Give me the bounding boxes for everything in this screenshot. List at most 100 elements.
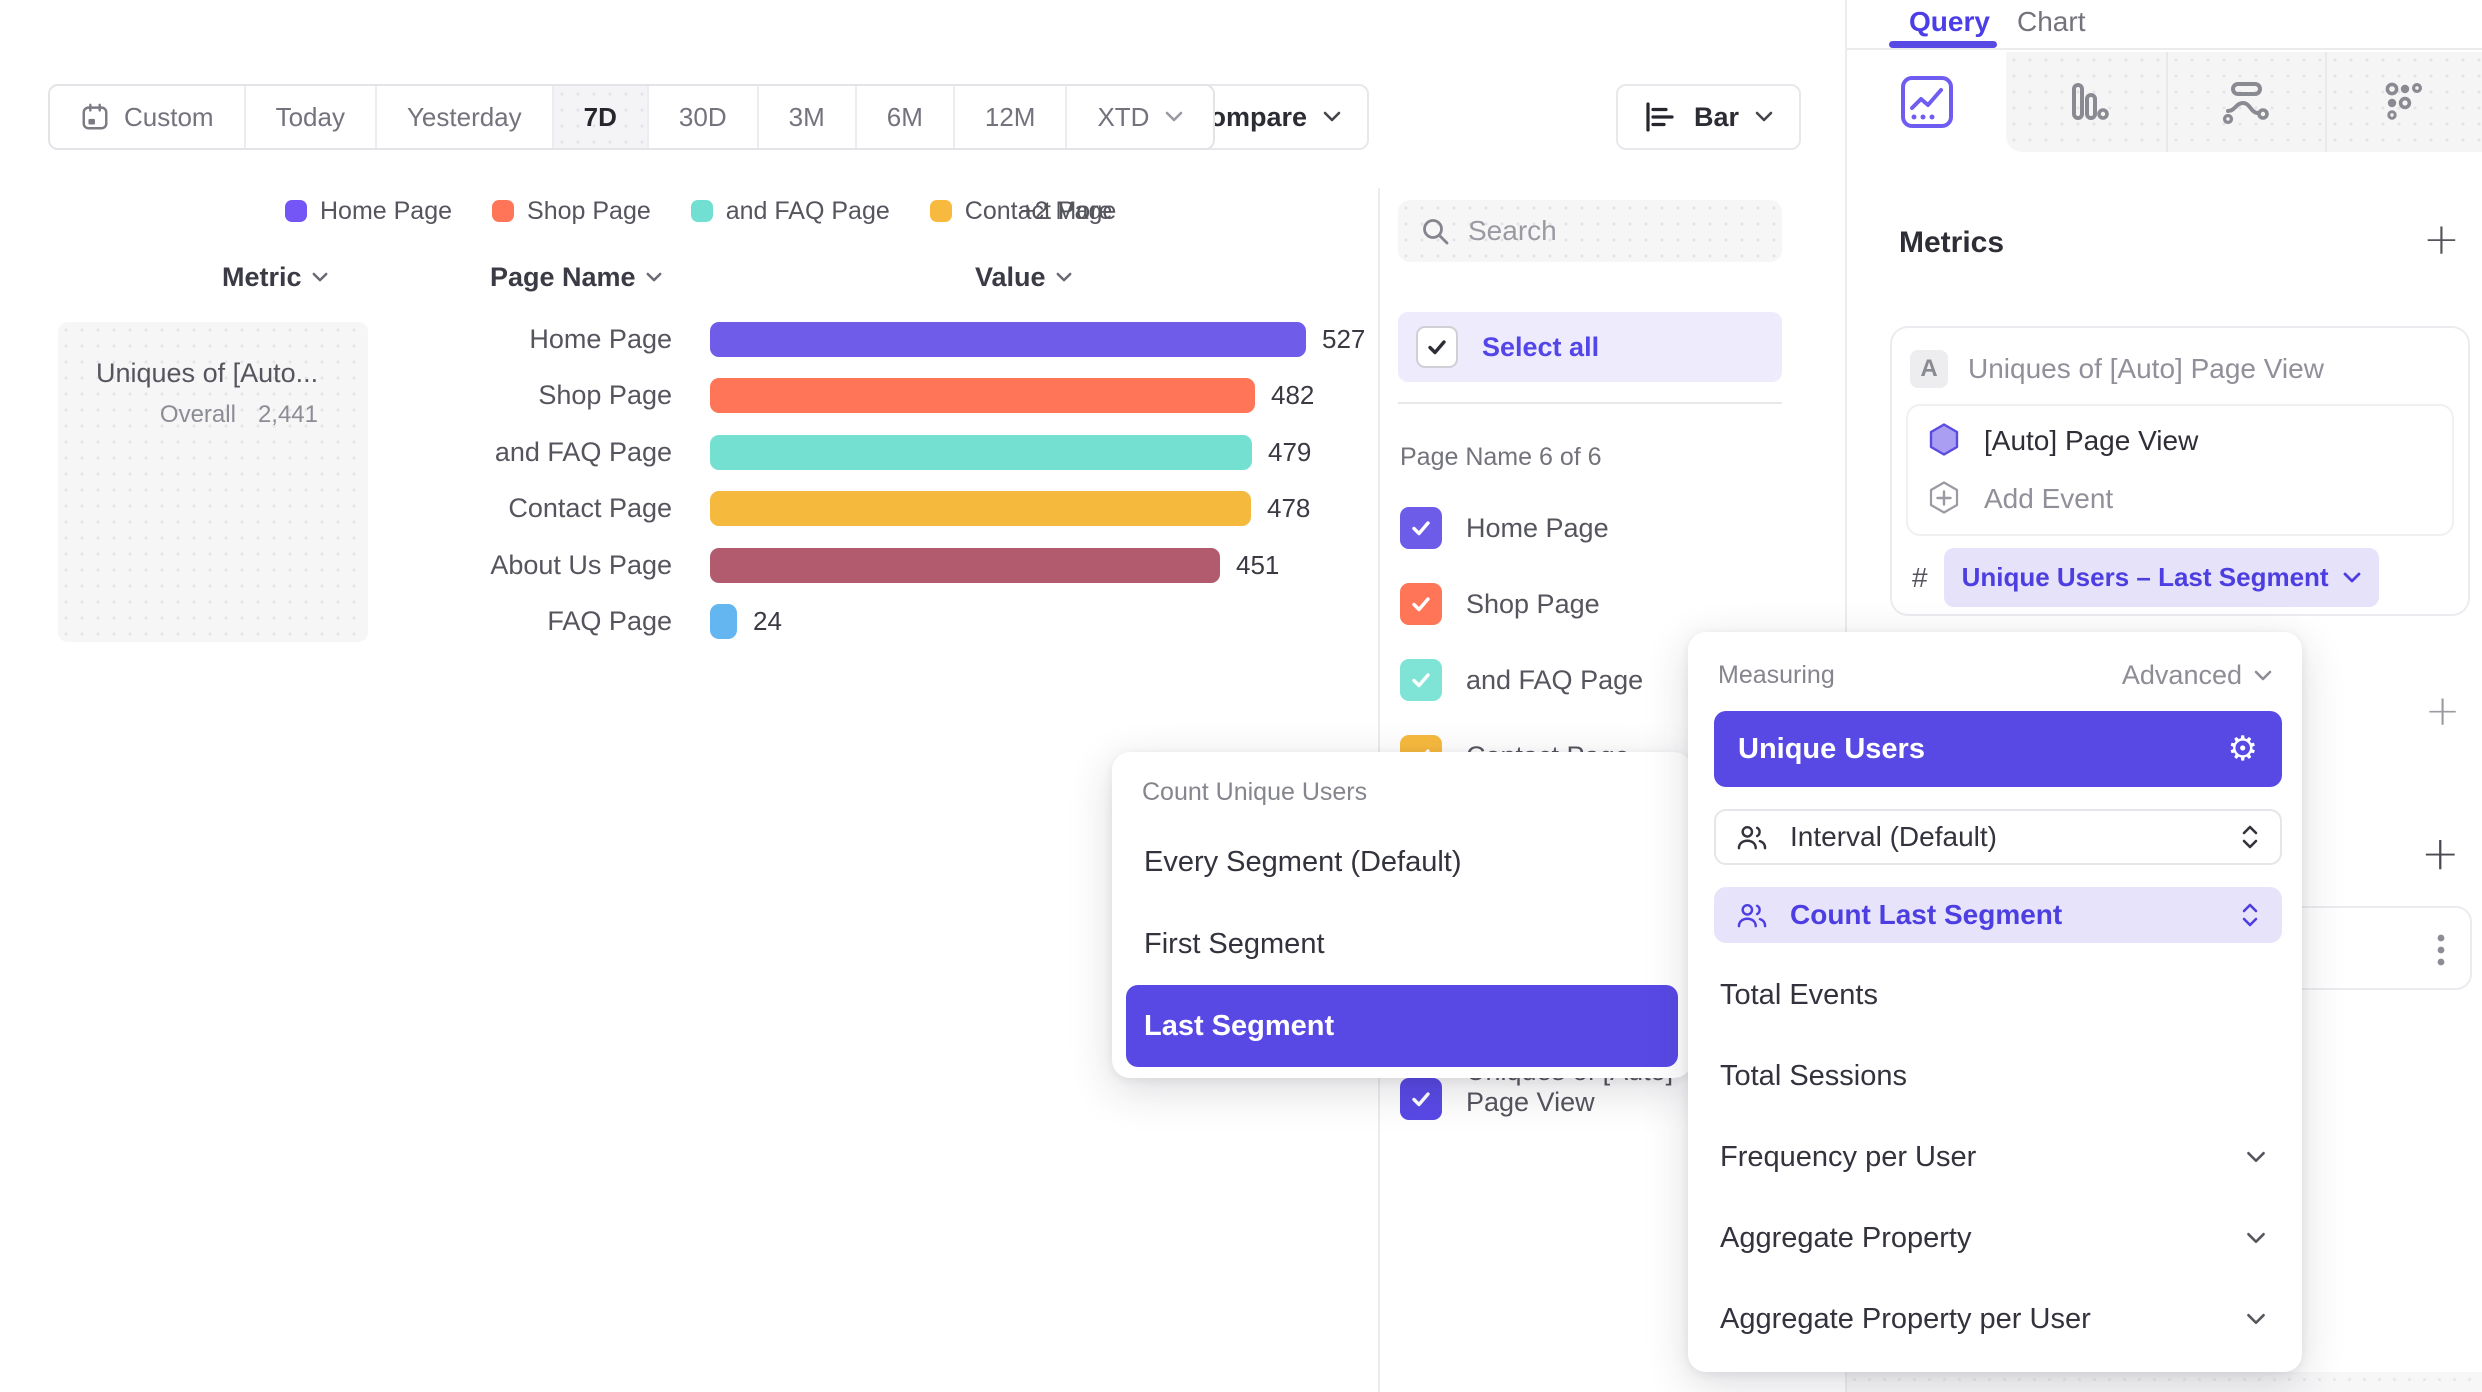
date-range-button[interactable]: Custom (50, 86, 246, 148)
legend-item[interactable]: and FAQ Page (691, 197, 890, 226)
search-box[interactable] (1398, 200, 1782, 262)
checkbox-checked-icon[interactable] (1400, 583, 1442, 625)
select-all-row[interactable]: Select all (1398, 312, 1782, 382)
segment-option[interactable]: First Segment (1126, 903, 1678, 985)
selected-measure-label: Unique Users (1738, 733, 1925, 766)
measuring-header: Measuring Advanced (1688, 632, 2302, 691)
advanced-label: Advanced (2122, 660, 2242, 691)
add-event-row[interactable]: Add Event (1908, 470, 2452, 528)
bar-chart-row: Contact Page 478 (0, 481, 1365, 538)
legend-swatch (285, 200, 307, 222)
segment-label: Home Page (1466, 513, 1609, 544)
bar[interactable] (710, 435, 1252, 470)
column-header-page-name[interactable]: Page Name (490, 262, 662, 293)
bar[interactable] (710, 378, 1255, 413)
measuring-control-row[interactable]: Count Last Segment (1714, 887, 2282, 943)
bar-category-label: Contact Page (0, 493, 672, 524)
tab-flows[interactable] (2166, 52, 2325, 152)
measuring-option[interactable]: Frequency per User (1688, 1117, 2302, 1198)
tab-chart[interactable]: Chart (2017, 6, 2085, 38)
measuring-option-label: Aggregate Property (1720, 1222, 1971, 1255)
bar[interactable] (710, 322, 1306, 357)
checkbox-checked-icon[interactable] (1400, 507, 1442, 549)
date-range-button[interactable]: Today (246, 86, 377, 148)
segment-checkbox-row[interactable]: and FAQ Page (1400, 659, 1643, 701)
measuring-option[interactable]: Aggregate Property (1688, 1198, 2302, 1279)
checkbox-checked-icon[interactable] (1400, 1078, 1442, 1120)
chart-legend: Home Page Shop Page and FAQ Page Contact… (285, 196, 1116, 226)
legend-item[interactable]: Shop Page (492, 197, 651, 226)
filter-group-label: Page Name 6 of 6 (1400, 443, 1602, 472)
tab-funnels[interactable] (2006, 52, 2165, 152)
event-label: [Auto] Page View (1984, 425, 2198, 457)
hexagon-plus-icon (1926, 480, 1962, 518)
add-breakdown-plus-icon[interactable]: + (2421, 830, 2460, 876)
legend-item[interactable]: Home Page (285, 197, 452, 226)
measuring-option-label: Total Sessions (1720, 1060, 1907, 1093)
date-range-toolbar: Custom Today (48, 84, 1215, 150)
date-range-button[interactable]: Yesterday (377, 86, 554, 148)
date-range-button[interactable]: 12M (955, 86, 1068, 148)
date-range-label: Custom (124, 102, 214, 133)
select-all-checkbox[interactable] (1416, 326, 1458, 368)
legend-more[interactable]: +2 More (1020, 196, 1112, 226)
bar-chart-row: About Us Page 451 (0, 537, 1365, 594)
gear-icon[interactable]: ⚙ (2228, 729, 2258, 769)
bar[interactable] (710, 548, 1220, 583)
date-range-button[interactable]: 3M (759, 86, 857, 148)
measuring-option-list: Total Events Total Sessions Frequency pe… (1688, 955, 2302, 1360)
kebab-menu-icon[interactable] (2436, 933, 2446, 967)
event-row[interactable]: [Auto] Page View (1908, 412, 2452, 470)
chart-type-label: Bar (1694, 102, 1739, 133)
date-range-button[interactable]: 7D (554, 86, 649, 148)
chart-type-select[interactable]: Bar (1616, 84, 1801, 150)
add-filter-plus-icon[interactable]: + (2425, 690, 2460, 732)
chevron-down-icon (1323, 111, 1341, 123)
segment-option[interactable]: Every Segment (Default) (1126, 821, 1678, 903)
bar-category-label: and FAQ Page (0, 437, 672, 468)
advanced-dropdown[interactable]: Advanced (2122, 660, 2272, 691)
date-range-label: 30D (679, 102, 727, 133)
date-range-label: Today (276, 102, 345, 133)
date-range-label: XTD (1097, 102, 1149, 133)
hash-prefix: # (1912, 562, 1928, 594)
tab-insights[interactable] (1847, 52, 2006, 152)
segment-checkbox-row[interactable]: Home Page (1400, 507, 1643, 549)
retention-dots-icon (2377, 74, 2433, 130)
tab-query[interactable]: Query (1909, 6, 1990, 38)
checkbox-checked-icon[interactable] (1400, 659, 1442, 701)
bar-value-label: 478 (1267, 493, 1310, 524)
date-range-label: Yesterday (407, 102, 522, 133)
segment-option[interactable]: Last Segment (1126, 985, 1678, 1067)
measuring-option[interactable]: Total Events (1688, 955, 2302, 1036)
bar-category-label: About Us Page (0, 550, 672, 581)
chevron-down-icon (1755, 111, 1773, 123)
segment-checkbox-row[interactable]: Shop Page (1400, 583, 1643, 625)
filter-divider (1398, 402, 1782, 404)
column-header-value[interactable]: Value (975, 262, 1072, 293)
measurement-row: # Unique Users – Last Segment (1892, 536, 2468, 607)
add-metric-plus-icon[interactable]: + (2423, 218, 2460, 262)
bar[interactable] (710, 604, 737, 639)
add-event-label: Add Event (1984, 483, 2113, 515)
search-input[interactable] (1468, 215, 1748, 247)
measuring-control-row[interactable]: Interval (Default) (1714, 809, 2282, 865)
segment-option-list: Every Segment (Default) First Segment La… (1112, 821, 1692, 1067)
count-segment-popover: Count Unique Users Every Segment (Defaul… (1112, 752, 1692, 1078)
chevron-down-icon (2246, 1151, 2266, 1164)
select-all-label: Select all (1482, 332, 1599, 363)
date-range-button[interactable]: 6M (857, 86, 955, 148)
measuring-controls: Interval (Default) Count Last Segment (1688, 809, 2302, 943)
active-tab-underline (1889, 41, 1997, 48)
measurement-pill[interactable]: Unique Users – Last Segment (1944, 548, 2379, 607)
tab-retention[interactable] (2325, 52, 2482, 152)
measuring-popover: Measuring Advanced Unique Users ⚙ Interv… (1688, 632, 2302, 1372)
date-range-button[interactable]: XTD (1067, 86, 1213, 148)
legend-label: and FAQ Page (726, 197, 890, 226)
bar[interactable] (710, 491, 1251, 526)
measuring-option[interactable]: Aggregate Property per User (1688, 1279, 2302, 1360)
measuring-option-unique-users[interactable]: Unique Users ⚙ (1714, 711, 2282, 787)
column-header-metric[interactable]: Metric (222, 262, 328, 293)
measuring-option[interactable]: Total Sessions (1688, 1036, 2302, 1117)
date-range-button[interactable]: 30D (649, 86, 759, 148)
